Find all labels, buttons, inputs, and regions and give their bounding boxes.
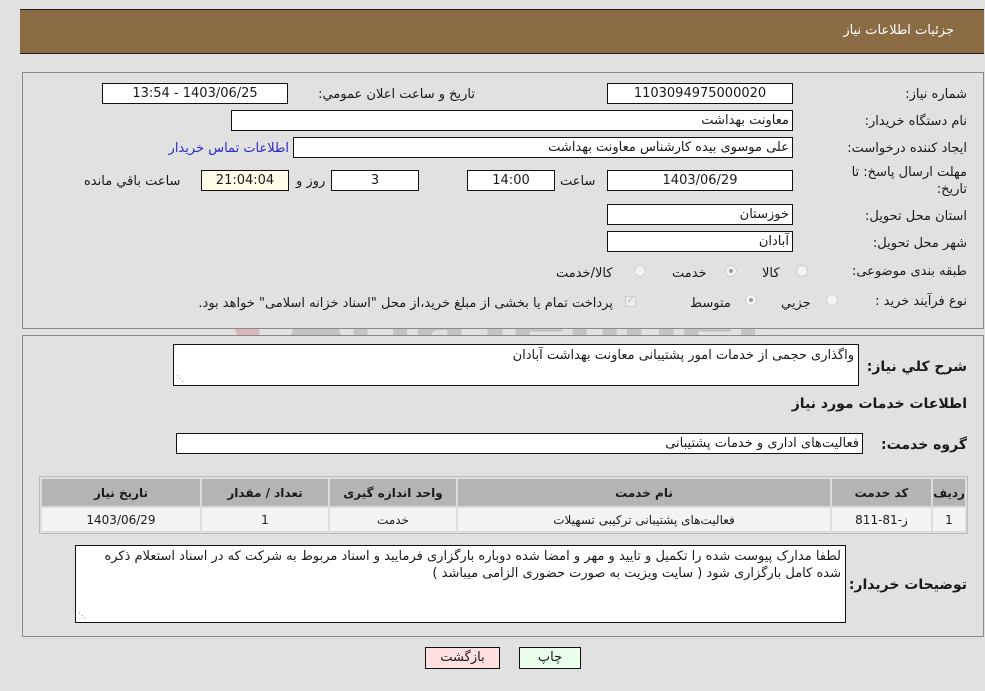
- general-desc-label: شرح کلي نياز:: [866, 359, 967, 375]
- announce-datetime-label: تاریخ و ساعت اعلان عمومي:: [318, 87, 475, 102]
- buyer-notes-textarea[interactable]: لطفا مدارک پیوست شده را تکمیل و تایید و …: [75, 545, 846, 623]
- print-button[interactable]: چاپ: [519, 647, 581, 669]
- purchase-option-medium: متوسط: [690, 296, 731, 311]
- col-header-service-name: نام خدمت: [458, 479, 830, 506]
- deadline-time-label: ساعت: [560, 174, 596, 189]
- category-option-goods: کالا: [762, 266, 780, 281]
- cell-need-date: 1403/06/29: [42, 508, 200, 531]
- buyer-org-field[interactable]: معاونت بهداشت: [231, 110, 793, 131]
- purchase-option-minor: جزيي: [781, 296, 811, 311]
- requester-label: ایجاد کننده درخواست:: [847, 141, 967, 156]
- category-radio-goods-service[interactable]: [634, 265, 646, 277]
- announce-datetime-field[interactable]: 1403/06/25 - 13:54: [102, 83, 288, 104]
- buyer-notes-text: لطفا مدارک پیوست شده را تکمیل و تایید و …: [104, 549, 841, 581]
- category-radio-service[interactable]: [725, 265, 737, 277]
- remaining-days-field[interactable]: 3: [331, 170, 419, 191]
- treasury-payment-note: پرداخت تمام یا بخشی از مبلغ خرید،از محل …: [198, 296, 613, 311]
- city-label: شهر محل تحویل:: [872, 236, 967, 251]
- category-label: طبقه بندی موضوعی:: [851, 264, 967, 279]
- requester-field[interactable]: علی موسوی بیده کارشناس معاونت بهداشت: [293, 137, 793, 158]
- col-header-unit: واحد اندازه گيری: [330, 479, 456, 506]
- cell-service-code: ز-81-811: [832, 508, 931, 531]
- need-number-label: شماره نیاز:: [905, 87, 967, 102]
- days-label: روز و: [296, 174, 326, 189]
- category-option-goods-service: کالا/خدمت: [556, 266, 613, 281]
- category-radio-goods[interactable]: [796, 265, 808, 277]
- cell-row-number: 1: [933, 508, 965, 531]
- resize-grip-icon[interactable]: ⋰: [78, 612, 86, 620]
- services-section-title: اطلاعات خدمات مورد نياز: [791, 396, 967, 412]
- cell-quantity: 1: [202, 508, 328, 531]
- services-table: رديف کد خدمت نام خدمت واحد اندازه گيری ت…: [39, 476, 968, 534]
- deadline-date-field[interactable]: 1403/06/29: [607, 170, 793, 191]
- deadline-label: مهلت ارسال پاسخ: تا تاریخ:: [851, 165, 967, 197]
- category-option-service: خدمت: [672, 266, 707, 281]
- col-header-service-code: کد خدمت: [832, 479, 931, 506]
- table-header-row: رديف کد خدمت نام خدمت واحد اندازه گيری ت…: [42, 479, 965, 506]
- resize-grip-icon[interactable]: ⋰: [176, 375, 184, 383]
- city-field[interactable]: آبادان: [607, 231, 793, 252]
- back-button[interactable]: بازگشت: [425, 647, 500, 669]
- service-group-label: گروه خدمت:: [881, 437, 967, 453]
- general-desc-textarea[interactable]: واگذاری حجمی از خدمات امور پشتیبانی معاو…: [173, 344, 859, 386]
- cell-unit: خدمت: [330, 508, 456, 531]
- page-title: جزئیات اطلاعات نیاز: [843, 23, 954, 38]
- province-field[interactable]: خوزستان: [607, 204, 793, 225]
- table-row: 1 ز-81-811 فعالیت‌های پشتیبانی ترکیبی تس…: [42, 508, 965, 531]
- remaining-time-label: ساعت باقي مانده: [84, 174, 181, 189]
- purchase-radio-medium[interactable]: [745, 294, 757, 306]
- page-header: جزئیات اطلاعات نیاز: [20, 9, 984, 54]
- service-group-field[interactable]: فعالیت‌های اداری و خدمات پشتیبانی: [176, 433, 863, 454]
- col-header-quantity: تعداد / مقدار: [202, 479, 328, 506]
- general-desc-text: واگذاری حجمی از خدمات امور پشتیبانی معاو…: [512, 348, 854, 363]
- buyer-org-label: نام دستگاه خريدار:: [864, 114, 967, 129]
- treasury-payment-checkbox[interactable]: ✓: [625, 296, 636, 307]
- buyer-contact-link[interactable]: اطلاعات تماس خريدار: [169, 141, 289, 156]
- buyer-notes-label: توضيحات خريدار:: [848, 577, 967, 593]
- col-header-need-date: تاريخ نياز: [42, 479, 200, 506]
- purchase-radio-minor[interactable]: [826, 294, 838, 306]
- province-label: استان محل تحویل:: [865, 209, 967, 224]
- cell-service-name: فعالیت‌های پشتیبانی ترکیبی تسهیلات: [458, 508, 830, 531]
- purchase-type-label: نوع فرآیند خرید :: [875, 294, 967, 309]
- col-header-row-number: رديف: [933, 479, 965, 506]
- need-number-field[interactable]: 1103094975000020: [607, 83, 793, 104]
- remaining-time-field: 21:04:04: [201, 170, 289, 191]
- deadline-time-field[interactable]: 14:00: [467, 170, 555, 191]
